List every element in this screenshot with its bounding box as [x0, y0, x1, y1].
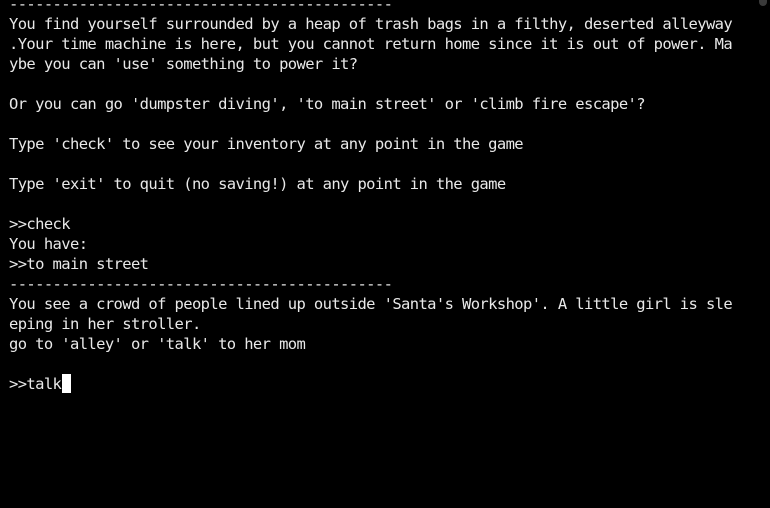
game-output-line: .Your time machine is here, but you cann…: [9, 35, 733, 53]
text-cursor: [62, 374, 72, 393]
command-line: >>check: [9, 215, 71, 233]
terminal-window[interactable]: ----------------------------------------…: [0, 0, 770, 508]
command-input-line[interactable]: >>talk: [9, 374, 72, 394]
game-output-line: You see a crowd of people lined up outsi…: [9, 295, 733, 313]
command-input-text[interactable]: >>talk: [9, 375, 62, 393]
instruction-line: Type 'check' to see your inventory at an…: [9, 135, 524, 153]
game-output-line: eping in her stroller.: [9, 315, 201, 333]
scrollbar[interactable]: [759, 0, 767, 6]
game-output-line: You have:: [9, 235, 88, 253]
instruction-line: Type 'exit' to quit (no saving!) at any …: [9, 175, 506, 193]
game-output-line: Or you can go 'dumpster diving', 'to mai…: [9, 95, 646, 113]
game-output-line: You find yourself surrounded by a heap o…: [9, 15, 733, 33]
game-output-line: go to 'alley' or 'talk' to her mom: [9, 335, 306, 353]
command-line: >>to main street: [9, 255, 149, 273]
game-output-line: ybe you can 'use' something to power it?: [9, 55, 358, 73]
separator-line: ----------------------------------------…: [9, 275, 393, 293]
separator-line: ----------------------------------------…: [9, 0, 393, 13]
